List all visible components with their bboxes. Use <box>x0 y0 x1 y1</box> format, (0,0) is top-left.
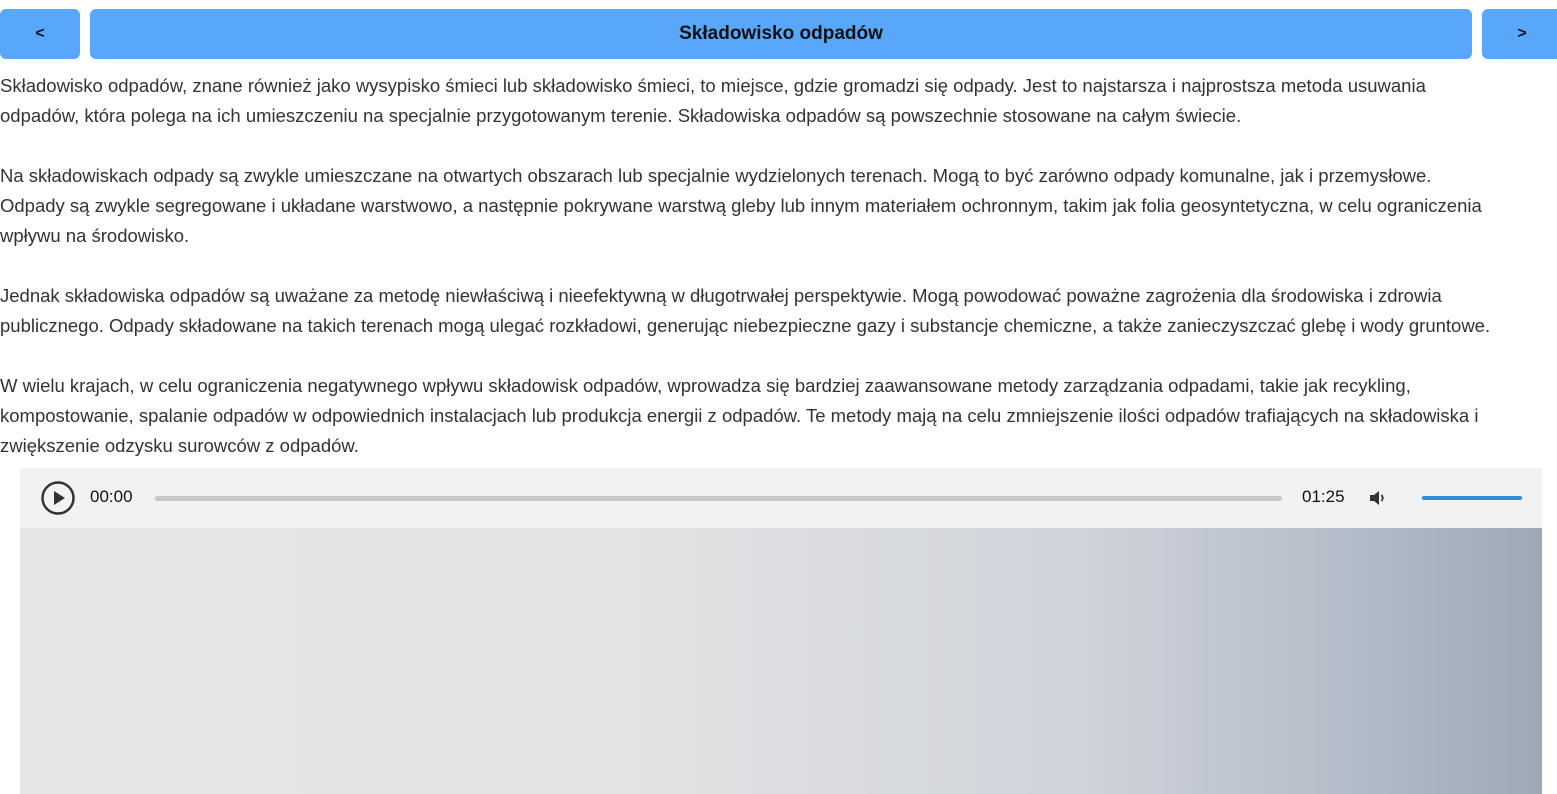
volume-icon[interactable] <box>1367 488 1389 508</box>
text-line: kompostowanie, spalanie odpadów w odpowi… <box>0 405 1479 426</box>
duration-time: 01:25 <box>1302 487 1345 506</box>
text-line: odpadów, która polega na ich umieszczeni… <box>0 105 1242 126</box>
previous-button[interactable]: < <box>0 9 80 59</box>
text-line: zwiększenie odzysku surowców z odpadów. <box>0 435 359 456</box>
page-title: Składowisko odpadów <box>90 9 1472 59</box>
paragraph-4: W wielu krajach, w celu ograniczenia neg… <box>0 371 1557 461</box>
text-line: W wielu krajach, w celu ograniczenia neg… <box>0 375 1411 396</box>
text-line: Składowisko odpadów, znane również jako … <box>0 75 1426 96</box>
next-button[interactable]: > <box>1482 9 1557 59</box>
text-line: Odpady są zwykle segregowane i układane … <box>0 195 1482 216</box>
text-line: wpływu na środowisko. <box>0 225 190 246</box>
paragraph-3: Jednak składowiska odpadów są uważane za… <box>0 281 1557 341</box>
play-icon[interactable] <box>41 481 75 515</box>
top-navigation: < Składowisko odpadów > <box>0 9 1557 59</box>
text-line: Jednak składowiska odpadów są uważane za… <box>0 285 1442 306</box>
text-line: Na składowiskach odpady są zwykle umiesz… <box>0 165 1432 186</box>
paragraph-2: Na składowiskach odpady są zwykle umiesz… <box>0 161 1557 251</box>
paragraph-1: Składowisko odpadów, znane również jako … <box>0 71 1557 131</box>
volume-level <box>1422 496 1522 500</box>
text-line: publicznego. Odpady składowane na takich… <box>0 315 1491 336</box>
volume-slider[interactable] <box>1422 496 1522 500</box>
audio-player: 00:00 01:25 <box>20 468 1542 528</box>
current-time: 00:00 <box>90 487 133 506</box>
article-image <box>20 528 1542 794</box>
article-text: Składowisko odpadów, znane również jako … <box>0 71 1557 461</box>
progress-slider[interactable] <box>155 496 1282 501</box>
